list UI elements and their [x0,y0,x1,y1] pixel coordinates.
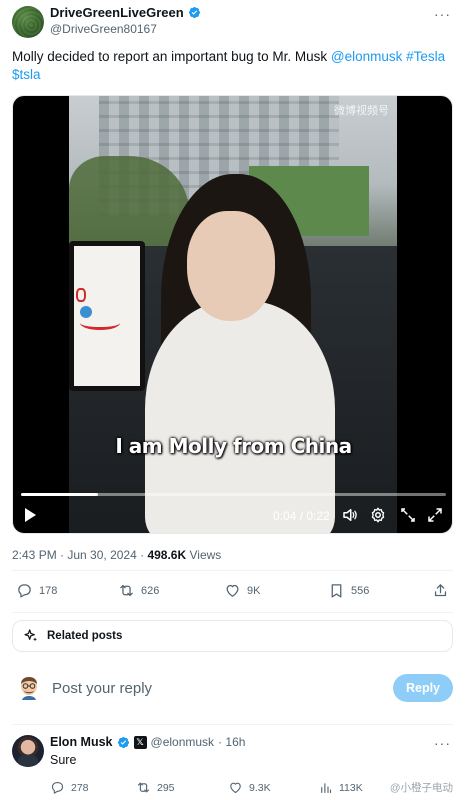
hashtag-link[interactable]: #Tesla [406,49,445,64]
repost-count: 626 [141,584,160,597]
reply-input[interactable]: Post your reply [52,680,152,697]
reply-count: 178 [39,584,58,597]
author-name-row: DriveGreenLiveGreen [50,5,201,20]
bookmark-icon [331,584,342,598]
video-player[interactable]: 微博视频号 I am Molly from China 0:04 / 0:22 [12,95,453,534]
video-progress-fill [21,493,98,496]
related-posts-button[interactable]: Related posts [12,620,453,652]
share-action[interactable] [432,582,449,599]
like-count: 9K [247,584,261,597]
more-options-icon[interactable]: ··· [434,6,451,22]
divider [12,724,453,725]
video-girl-face [187,211,275,321]
reply-author-name[interactable]: Elon Musk [50,735,113,749]
views-count: 498.6K [147,548,187,562]
heart-icon [230,782,241,794]
reply-action[interactable]: 278 [50,780,89,795]
repost-count: 295 [157,781,175,794]
repost-icon [120,584,133,597]
repost-icon [137,782,150,793]
reply-button[interactable]: Reply [393,674,453,702]
sparkle-icon [24,629,37,642]
related-posts-label: Related posts [47,630,123,642]
like-action[interactable]: 9.3K [228,780,271,795]
views-label: Views [186,548,222,562]
video-frame: 微博视频号 [69,96,397,533]
volume-icon[interactable] [341,506,359,524]
reply-count: 278 [71,781,89,794]
repost-action[interactable]: 626 [118,582,159,599]
author-handle[interactable]: @DriveGreen80167 [50,22,157,36]
reply-header: Elon Musk 𝕏 @elonmusk · 16h [50,735,245,749]
like-action[interactable]: 9K [224,582,260,599]
reply-icon [51,781,64,794]
x-affiliate-icon: 𝕏 [133,735,147,749]
meta-separator: · [56,548,68,562]
reply-icon [18,584,31,598]
share-icon [434,584,447,597]
reply-post[interactable]: Elon Musk 𝕏 @elonmusk · 16h ··· Sure 278… [12,732,453,800]
video-tesla-screen [69,241,145,391]
video-caption: I am Molly from China [115,434,352,458]
post-actions: 178 626 9K 556 [12,582,453,604]
video-scribble [80,316,120,330]
views-count: 113K [339,781,363,794]
reply-text: Sure [50,753,77,767]
image-watermark: @小橙子电动 [389,782,453,794]
reply-action[interactable]: 178 [16,582,57,599]
reply-composer: Post your reply Reply [12,672,453,706]
post-header: DriveGreenLiveGreen @DriveGreen80167 ··· [12,4,453,40]
settings-icon[interactable] [369,506,387,524]
post-text: Molly decided to report an important bug… [12,48,453,84]
repost-action[interactable]: 295 [136,780,175,795]
reply-author-avatar[interactable] [12,735,44,767]
divider [12,570,453,571]
post-text-body: Molly decided to report an important bug… [12,49,331,64]
verified-badge-icon [117,736,129,748]
cashtag-link[interactable]: $tsla [12,67,41,82]
post-meta: 2:43 PM · Jun 30, 2024 · 498.6K Views [12,548,221,562]
meta-separator: · [136,548,148,562]
bookmark-count: 556 [351,584,370,597]
video-scribble [76,288,86,302]
verified-badge-icon [188,6,200,19]
mention-link[interactable]: @elonmusk [331,49,402,64]
video-controls: 0:04 / 0:22 [13,504,452,528]
fullscreen-icon[interactable] [426,506,444,524]
reply-time[interactable]: · 16h [218,735,245,749]
views-action[interactable]: 113K [318,780,363,795]
video-progress-bar[interactable] [21,493,446,496]
author-display-name[interactable]: DriveGreenLiveGreen [50,5,184,20]
bookmark-action[interactable]: 556 [328,582,369,599]
video-girl-body [145,301,335,533]
video-watermark: 微博视频号 [334,105,389,117]
post-time[interactable]: 2:43 PM [12,548,57,562]
analytics-icon [321,783,332,794]
play-icon[interactable] [25,508,36,522]
pip-icon[interactable] [399,506,417,524]
more-options-icon[interactable]: ··· [434,735,451,751]
divider [12,612,453,613]
heart-icon [226,584,239,597]
author-avatar[interactable] [12,6,44,38]
post-date[interactable]: Jun 30, 2024 [67,548,136,562]
video-time: 0:04 / 0:22 [273,509,330,523]
user-avatar[interactable] [18,676,40,700]
reply-author-handle[interactable]: @elonmusk [151,735,215,749]
like-count: 9.3K [249,781,271,794]
